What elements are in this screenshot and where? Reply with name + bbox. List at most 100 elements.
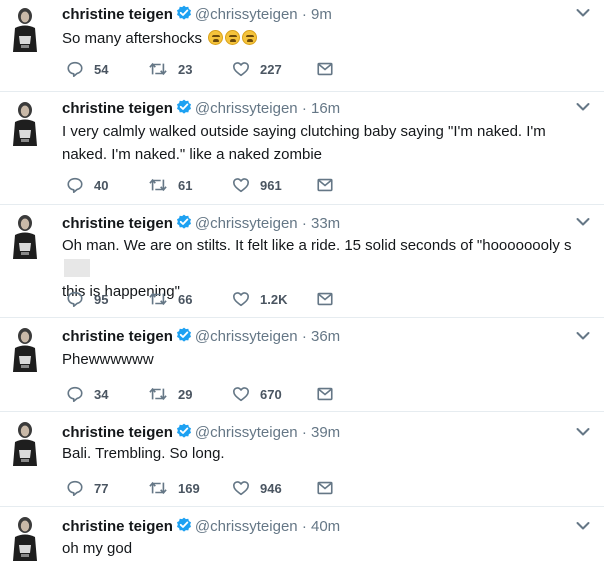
tweet-text: So many aftershocks [62, 27, 582, 50]
tweet-actions: 54 23 227 [62, 59, 362, 79]
author-handle[interactable]: @chrissyteigen [195, 100, 298, 117]
author-handle[interactable]: @chrissyteigen [195, 328, 298, 345]
weary-face-emoji-icon [208, 30, 224, 45]
retweet-button[interactable]: 169 [148, 478, 200, 498]
retweet-count: 29 [178, 386, 193, 402]
author-name[interactable]: christine teigen [62, 215, 173, 232]
reply-icon [66, 60, 84, 78]
retweet-count: 61 [178, 177, 193, 193]
reply-button[interactable]: 54 [66, 59, 108, 79]
timestamp[interactable]: 39m [311, 424, 340, 441]
direct-message-button[interactable] [316, 478, 334, 498]
like-button[interactable]: 1.2K [232, 289, 287, 309]
author-name[interactable]: christine teigen [62, 6, 173, 23]
like-button[interactable]: 961 [232, 175, 282, 195]
retweet-count: 169 [178, 480, 200, 496]
tweet-header: christine teigen @chrissyteigen · 40m [62, 517, 340, 536]
avatar[interactable] [8, 100, 42, 146]
retweet-button[interactable]: 23 [148, 59, 192, 79]
tweet[interactable]: christine teigen @chrissyteigen · 9m So m… [0, 0, 604, 92]
verified-icon [176, 214, 192, 230]
author-name[interactable]: christine teigen [62, 518, 173, 535]
timestamp[interactable]: 9m [311, 6, 332, 23]
timestamp[interactable]: 33m [311, 215, 340, 232]
direct-message-button[interactable] [316, 59, 334, 79]
tweet[interactable]: christine teigen @chrissyteigen · 39m Bal… [0, 412, 604, 507]
avatar[interactable] [8, 420, 42, 466]
avatar[interactable] [8, 326, 42, 372]
direct-message-button[interactable] [316, 289, 334, 309]
retweet-button[interactable]: 29 [148, 384, 192, 404]
tweet-actions: 34 29 670 [62, 384, 362, 404]
separator: · [301, 100, 307, 117]
avatar[interactable] [8, 6, 42, 52]
reply-button[interactable]: 40 [66, 175, 108, 195]
separator: · [301, 6, 307, 23]
timestamp[interactable]: 36m [311, 328, 340, 345]
like-button[interactable]: 227 [232, 59, 282, 79]
separator: · [301, 518, 307, 535]
author-handle[interactable]: @chrissyteigen [195, 518, 298, 535]
reply-count: 95 [94, 291, 109, 307]
separator: · [301, 215, 307, 232]
reply-count: 40 [94, 177, 109, 193]
reply-button[interactable]: 77 [66, 478, 108, 498]
tweet[interactable]: christine teigen @chrissyteigen · 40m oh … [0, 507, 604, 572]
author-name[interactable]: christine teigen [62, 328, 173, 345]
retweet-icon [148, 290, 168, 308]
mail-icon [316, 385, 334, 403]
reply-count: 54 [94, 61, 109, 77]
tweet-header: christine teigen @chrissyteigen · 16m [62, 99, 340, 118]
heart-icon [232, 176, 250, 194]
tweet-text-content: So many aftershocks [62, 30, 203, 47]
chevron-down-icon[interactable] [576, 521, 590, 531]
like-count: 1.2K [260, 291, 288, 307]
reply-icon [66, 479, 84, 497]
tweet-text: Phewwwwww [62, 351, 154, 368]
like-button[interactable]: 946 [232, 478, 282, 498]
tweet-text: Bali. Trembling. So long. [62, 445, 225, 462]
chevron-down-icon[interactable] [576, 102, 590, 112]
avatar[interactable] [8, 213, 42, 259]
retweet-count: 23 [178, 61, 193, 77]
retweet-button[interactable]: 66 [148, 289, 192, 309]
mail-icon [316, 290, 334, 308]
retweet-icon [148, 479, 168, 497]
tweet-header: christine teigen @chrissyteigen · 33m [62, 214, 340, 233]
tweet[interactable]: christine teigen @chrissyteigen · 36m Phe… [0, 318, 604, 412]
heart-icon [232, 290, 250, 308]
author-handle[interactable]: @chrissyteigen [195, 424, 298, 441]
reply-button[interactable]: 34 [66, 384, 108, 404]
author-handle[interactable]: @chrissyteigen [195, 215, 298, 232]
timestamp[interactable]: 40m [311, 518, 340, 535]
avatar[interactable] [8, 515, 42, 561]
retweet-icon [148, 176, 168, 194]
censored-word-blur [64, 259, 90, 277]
author-handle[interactable]: @chrissyteigen [195, 6, 298, 23]
reply-count: 77 [94, 480, 109, 496]
retweet-icon [148, 60, 168, 78]
tweet-text: I very calmly walked outside saying clut… [62, 123, 546, 163]
like-count: 670 [260, 386, 282, 402]
chevron-down-icon[interactable] [576, 8, 590, 18]
reply-button[interactable]: 95 [66, 289, 108, 309]
tweet[interactable]: christine teigen @chrissyteigen · 16m I v… [0, 92, 604, 205]
mail-icon [316, 60, 334, 78]
chevron-down-icon[interactable] [576, 331, 590, 341]
direct-message-button[interactable] [316, 384, 334, 404]
retweet-button[interactable]: 61 [148, 175, 192, 195]
retweet-icon [148, 385, 168, 403]
tweet[interactable]: christine teigen @chrissyteigen · 33m Oh … [0, 205, 604, 318]
chevron-down-icon[interactable] [576, 217, 590, 227]
tweet-header: christine teigen @chrissyteigen · 9m [62, 5, 332, 24]
reply-count: 34 [94, 386, 109, 402]
direct-message-button[interactable] [316, 175, 334, 195]
weary-face-emoji-icon [242, 30, 258, 45]
chevron-down-icon[interactable] [576, 427, 590, 437]
timestamp[interactable]: 16m [311, 100, 340, 117]
like-button[interactable]: 670 [232, 384, 282, 404]
like-count: 227 [260, 61, 282, 77]
mail-icon [316, 479, 334, 497]
author-name[interactable]: christine teigen [62, 424, 173, 441]
author-name[interactable]: christine teigen [62, 100, 173, 117]
